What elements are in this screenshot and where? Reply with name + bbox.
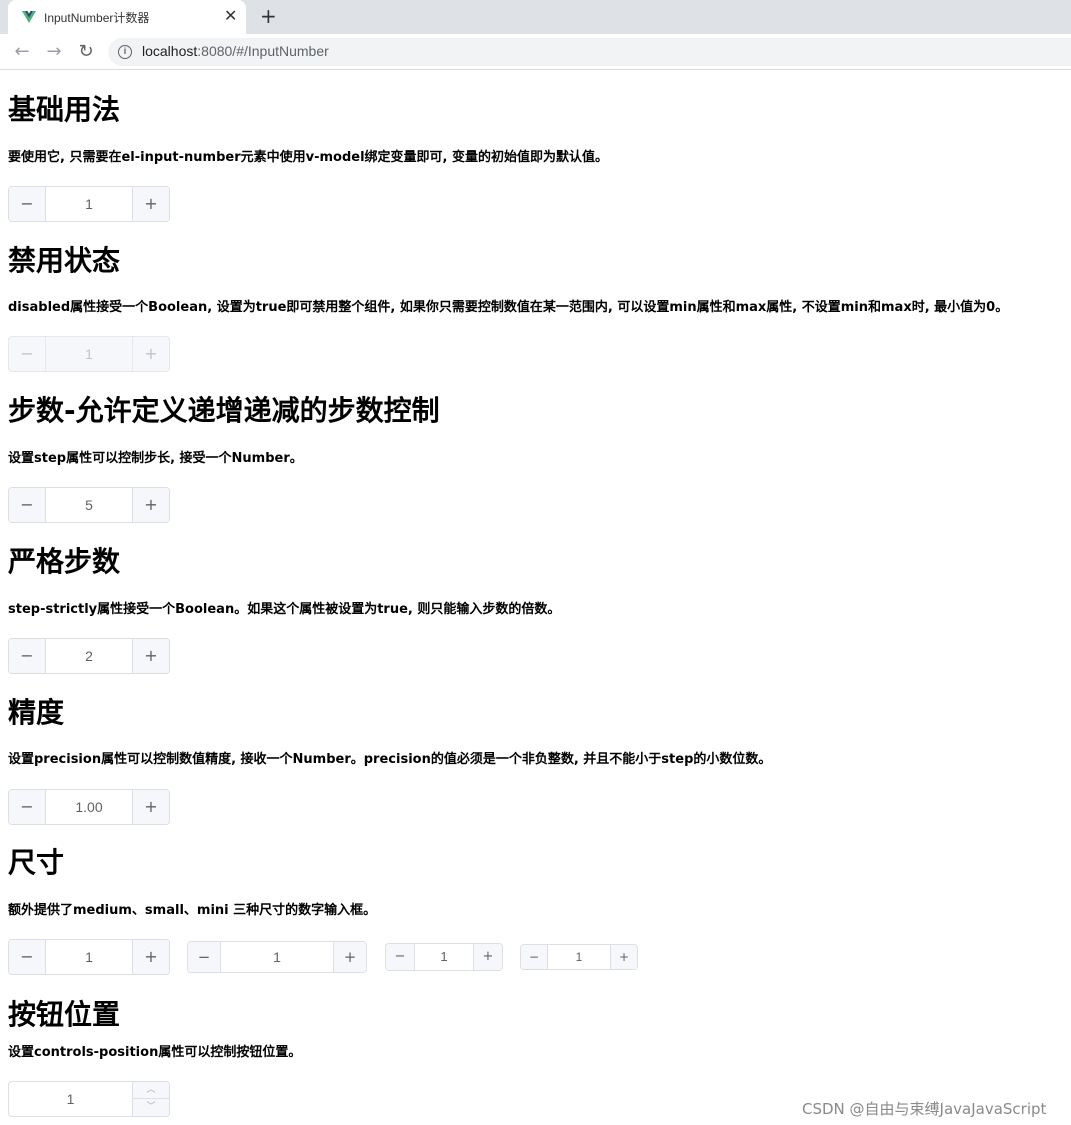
decrease-button[interactable]: − xyxy=(9,639,46,673)
browser-tab[interactable]: InputNumber计数器 ✕ xyxy=(8,0,246,34)
site-info-icon[interactable]: i xyxy=(118,45,132,59)
disabled-desc: disabled属性接受一个Boolean, 设置为true即可禁用整个组件, … xyxy=(8,300,1009,315)
decrease-button[interactable]: − xyxy=(521,945,548,969)
number-input[interactable]: 2 xyxy=(46,639,132,673)
medium-size-input-number: − 1 + xyxy=(187,941,367,973)
strict-title: 严格步数 xyxy=(8,545,121,578)
forward-arrow-icon[interactable]: → xyxy=(42,40,66,64)
decrease-button[interactable]: − xyxy=(9,790,46,824)
address-bar[interactable]: i localhost:8080/#/InputNumber xyxy=(108,38,1071,66)
url-text[interactable]: localhost:8080/#/InputNumber xyxy=(142,43,329,59)
back-arrow-icon[interactable]: ← xyxy=(10,40,34,64)
increase-button[interactable]: + xyxy=(132,790,169,824)
decrease-button[interactable]: − xyxy=(386,944,415,970)
decrease-button[interactable]: − xyxy=(188,942,221,972)
number-input[interactable]: 1.00 xyxy=(46,790,132,824)
decrease-arrow-icon[interactable]: ﹀ xyxy=(132,1099,169,1116)
increase-button: + xyxy=(132,337,169,371)
step-input-number: − 5 + xyxy=(8,487,170,523)
number-input[interactable]: 1 xyxy=(46,187,132,221)
increase-button[interactable]: + xyxy=(132,639,169,673)
increase-button[interactable]: + xyxy=(473,944,502,970)
number-input[interactable]: 1 xyxy=(46,940,132,974)
tab-title: InputNumber计数器 xyxy=(44,11,150,25)
strict-desc: step-strictly属性接受一个Boolean。如果这个属性被设置为tru… xyxy=(8,602,561,617)
browser-nav-bar: ← → ↻ i localhost:8080/#/InputNumber xyxy=(0,34,1071,70)
right-controls-input-number: 1 ︿ ﹀ xyxy=(8,1081,170,1117)
decrease-button[interactable]: − xyxy=(9,940,46,974)
size-title: 尺寸 xyxy=(8,846,65,879)
number-input: 1 xyxy=(85,346,93,362)
number-input[interactable]: 1 xyxy=(9,1082,132,1116)
vue-logo-icon xyxy=(22,11,36,23)
default-size-input-number: − 1 + xyxy=(8,939,170,975)
position-desc: 设置controls-position属性可以控制按钮位置。 xyxy=(8,1045,302,1060)
basic-title: 基础用法 xyxy=(8,93,121,126)
tab-close-icon[interactable]: ✕ xyxy=(224,6,237,26)
basic-input-number: − 1 + xyxy=(8,186,170,222)
increase-button[interactable]: + xyxy=(333,942,366,972)
new-tab-icon[interactable]: + xyxy=(260,4,277,28)
precision-desc: 设置precision属性可以控制数值精度, 接收一个Number。precis… xyxy=(8,752,772,767)
number-input[interactable]: 1 xyxy=(548,945,610,969)
small-size-input-number: − 1 + xyxy=(385,943,503,971)
increase-button[interactable]: + xyxy=(610,945,637,969)
increase-button[interactable]: + xyxy=(132,187,169,221)
number-input[interactable]: 5 xyxy=(46,488,132,522)
size-desc: 额外提供了medium、small、mini 三种尺寸的数字输入框。 xyxy=(8,903,377,918)
increase-button[interactable]: + xyxy=(132,940,169,974)
decrease-button: − xyxy=(9,337,46,371)
precision-input-number: − 1.00 + xyxy=(8,789,170,825)
decrease-button[interactable]: − xyxy=(9,488,46,522)
increase-arrow-icon[interactable]: ︿ xyxy=(132,1082,169,1099)
disabled-title: 禁用状态 xyxy=(8,244,121,277)
reload-icon[interactable]: ↻ xyxy=(74,40,98,64)
watermark: CSDN @自由与束缚JavaJavaScript xyxy=(802,1100,1047,1118)
basic-desc: 要使用它, 只需要在el-input-number元素中使用v-model绑定变… xyxy=(8,150,608,165)
increase-button[interactable]: + xyxy=(132,488,169,522)
position-title: 按钮位置 xyxy=(8,998,121,1031)
number-input[interactable]: 1 xyxy=(415,944,473,970)
step-title: 步数-允许定义递增递减的步数控制 xyxy=(8,394,440,427)
disabled-input-number: − 1 + xyxy=(8,336,170,372)
browser-tab-bar: InputNumber计数器 ✕ + xyxy=(0,0,1071,34)
mini-size-input-number: − 1 + xyxy=(520,944,638,970)
decrease-button[interactable]: − xyxy=(9,187,46,221)
step-desc: 设置step属性可以控制步长, 接受一个Number。 xyxy=(8,451,303,466)
precision-title: 精度 xyxy=(8,696,65,729)
strict-input-number: − 2 + xyxy=(8,638,170,674)
number-input[interactable]: 1 xyxy=(221,942,333,972)
